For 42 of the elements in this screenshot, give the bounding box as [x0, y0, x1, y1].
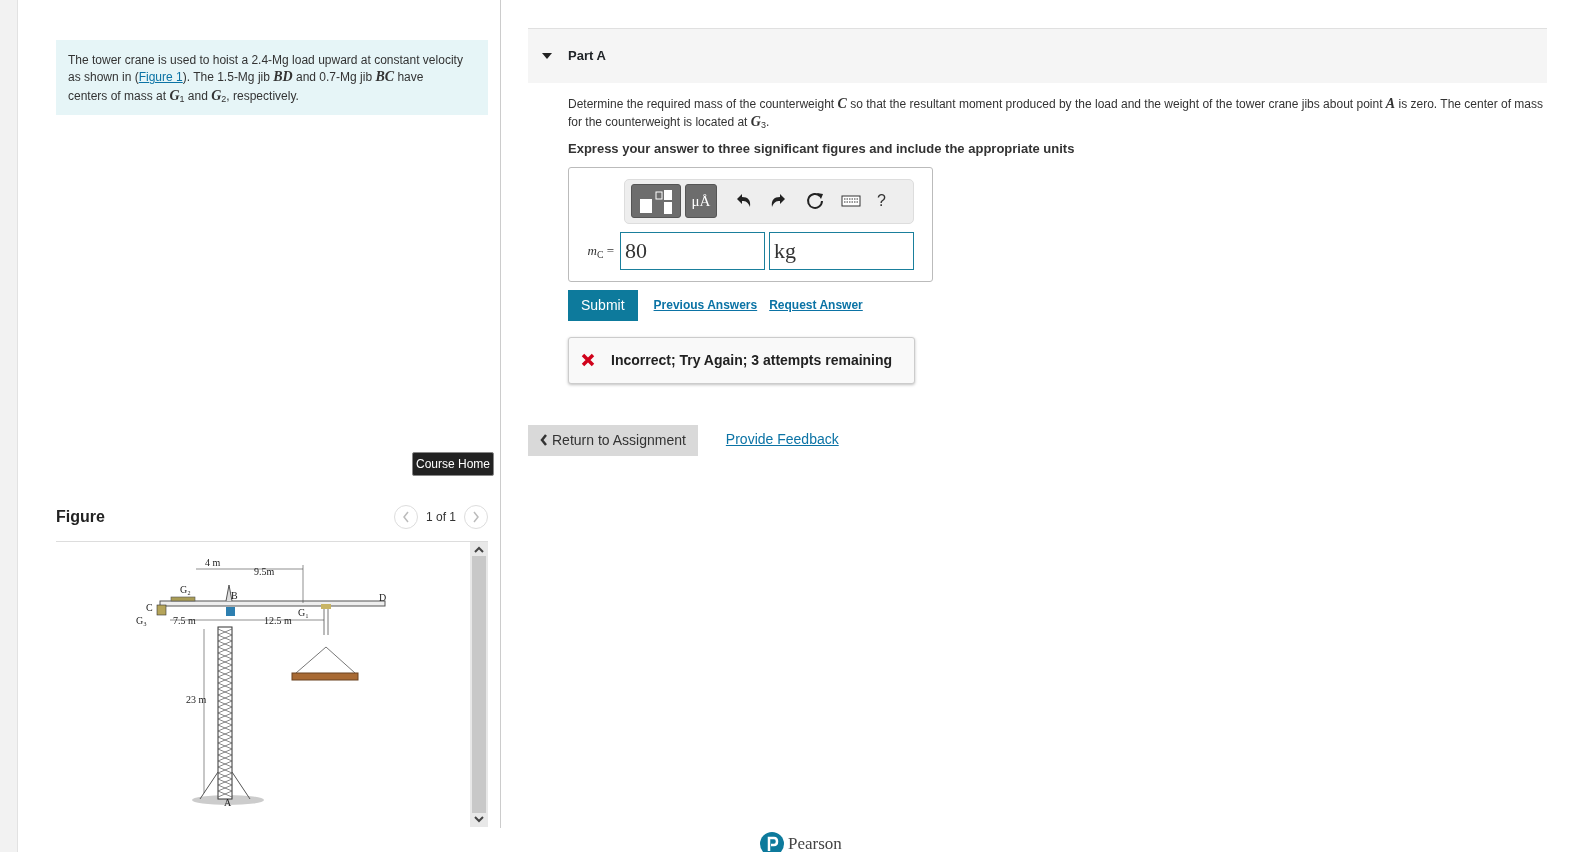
diagram-label: 23 m [186, 694, 207, 705]
units-field[interactable]: kg [769, 231, 914, 270]
diagram-label: A [224, 797, 232, 808]
value-field[interactable]: 80 [620, 231, 765, 270]
feedback-link[interactable]: Provide Feedback [725, 428, 839, 450]
return-button[interactable]: Return to Assignment [528, 424, 698, 456]
units-button[interactable]: μÅ [685, 184, 717, 219]
diagram-label: C [146, 602, 153, 613]
diagram-label: G₂ [180, 584, 191, 595]
diagram-label: 12.5 m [264, 615, 292, 626]
chevron-left-icon [401, 511, 410, 523]
chevron-right-icon [472, 511, 480, 523]
answer-link[interactable]: Request Answer [769, 296, 863, 315]
question-text: Determine the required mass of the counterweight C so that the resultant moment produced by the load and the weight of the tower crane jibs about point A is zero. The center of mass for the counterweight is located at G$_{3}$. [568, 95, 1545, 132]
figure-heading: Figure [56, 507, 105, 527]
diagram-label: G₃ [136, 615, 147, 626]
submit-button[interactable]: Submit [568, 289, 638, 321]
logo-icon [760, 831, 784, 852]
diagram-label: D [379, 592, 387, 603]
diagram-label: 4 m [205, 557, 221, 568]
chevron-left-icon [540, 434, 548, 447]
feedback-message: Incorrect; Try Again; 3 attempts remaining [611, 350, 893, 370]
scrollbar[interactable] [470, 542, 488, 827]
logo-text: Pearson [788, 832, 842, 852]
diagram-label: 7.5 m [173, 615, 196, 626]
scroll-up-icon[interactable] [474, 546, 484, 554]
scroll-down-icon[interactable] [474, 815, 484, 823]
reset-icon[interactable] [805, 191, 825, 212]
instruction-text: Express your answer to three significant figures and include the appropriate units [568, 140, 1076, 159]
caret-icon[interactable] [542, 52, 552, 60]
answer-label: m$_{C}$ = [586, 242, 615, 261]
template-button[interactable] [631, 184, 681, 219]
page-indicator: 1 of 1 [425, 509, 456, 526]
help-button[interactable]: ? [877, 189, 886, 214]
diagram-label: 9.5m [254, 566, 275, 577]
diagram-label: B [231, 590, 238, 601]
course-home-tooltip: Course Home [411, 452, 494, 476]
diagram-label: G₁ [298, 607, 309, 618]
figure-link[interactable]: Figure 1 [138, 70, 183, 85]
part-title[interactable]: Part A [568, 46, 606, 66]
problem-text: The tower crane is used to hoist a 2.4-Mg load upward at constant velocity as shown in (Figure 1). The 1.5-Mg jib BD and 0.7-Mg jib BC have centers of mass at G$_{1}$ and G$_{2}$, respectively. [68, 52, 463, 106]
answer-link[interactable]: Previous Answers [653, 296, 758, 315]
